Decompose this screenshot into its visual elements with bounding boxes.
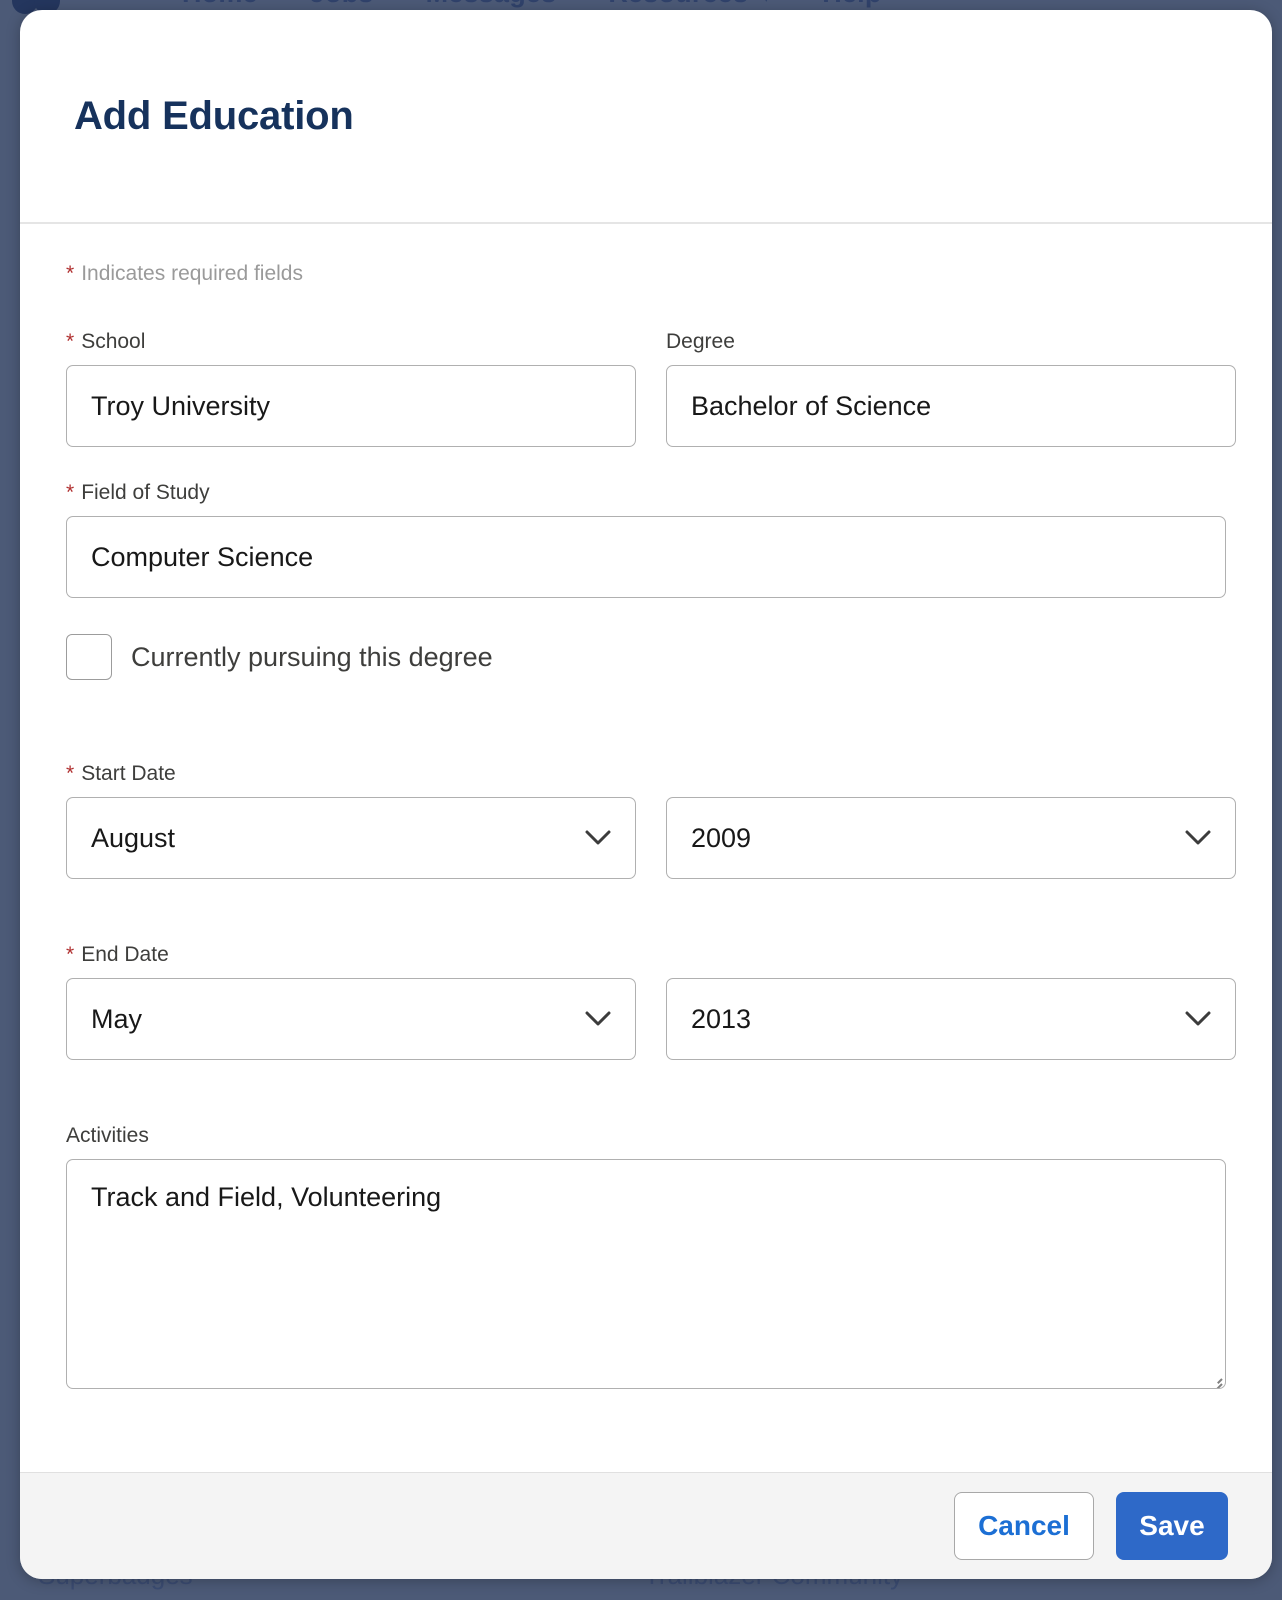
end-date-year-value: 2013 bbox=[691, 1003, 752, 1034]
chevron-down-icon bbox=[1185, 830, 1211, 846]
degree-label-text: Degree bbox=[666, 330, 735, 353]
required-asterisk: * bbox=[66, 330, 75, 353]
end-date-month-select[interactable]: May bbox=[66, 978, 636, 1060]
required-asterisk: * bbox=[66, 762, 75, 785]
activities-label: Activities bbox=[66, 1124, 1226, 1148]
nav-item-jobs[interactable]: Jobs bbox=[310, 0, 374, 9]
degree-input[interactable]: Bachelor of Science bbox=[666, 365, 1236, 447]
cancel-button[interactable]: Cancel bbox=[954, 1492, 1094, 1560]
row-start-date: * Start Date August 2009 bbox=[66, 762, 1236, 879]
school-input[interactable]: Troy University bbox=[66, 365, 636, 447]
end-date-month-value: May bbox=[91, 1003, 143, 1034]
field-field-of-study: * Field of Study Computer Science bbox=[66, 481, 1226, 598]
degree-label: Degree bbox=[666, 330, 1236, 354]
end-date-year-label bbox=[666, 943, 1236, 967]
start-date-year-label bbox=[666, 762, 1236, 786]
field-start-date-month: * Start Date August bbox=[66, 762, 636, 879]
row-end-date: * End Date May 2013 bbox=[66, 943, 1236, 1060]
modal-header: Add Education bbox=[20, 10, 1272, 224]
start-date-year-value: 2009 bbox=[691, 822, 752, 853]
field-degree: Degree Bachelor of Science bbox=[666, 330, 1236, 447]
field-end-date-year: 2013 bbox=[666, 943, 1236, 1060]
end-date-year-select[interactable]: 2013 bbox=[666, 978, 1236, 1060]
required-fields-text: Indicates required fields bbox=[81, 262, 303, 285]
field-of-study-label-text: Field of Study bbox=[81, 481, 210, 504]
nav-item-home[interactable]: Home bbox=[182, 0, 258, 9]
activities-value: Track and Field, Volunteering bbox=[91, 1182, 442, 1212]
activities-textarea[interactable]: Track and Field, Volunteering bbox=[66, 1159, 1226, 1389]
required-asterisk: * bbox=[66, 262, 75, 285]
chevron-down-icon[interactable]: ▾ bbox=[762, 0, 770, 7]
required-asterisk: * bbox=[66, 481, 75, 504]
start-date-month-value: August bbox=[91, 822, 176, 853]
currently-pursuing-checkbox[interactable] bbox=[66, 634, 112, 680]
field-start-date-year: 2009 bbox=[666, 762, 1236, 879]
start-date-label-text: Start Date bbox=[81, 762, 176, 785]
field-of-study-input[interactable]: Computer Science bbox=[66, 516, 1226, 598]
row-field-of-study: * Field of Study Computer Science bbox=[66, 481, 1226, 598]
school-label: * School bbox=[66, 330, 636, 354]
chevron-down-icon bbox=[585, 1011, 611, 1027]
start-date-month-select[interactable]: August bbox=[66, 797, 636, 879]
save-button[interactable]: Save bbox=[1116, 1492, 1228, 1560]
nav-item-resources[interactable]: Resources bbox=[608, 0, 748, 9]
currently-pursuing-row[interactable]: Currently pursuing this degree bbox=[66, 634, 1248, 680]
required-asterisk: * bbox=[66, 943, 75, 966]
page-title: Add Education bbox=[74, 93, 354, 138]
activities-label-text: Activities bbox=[66, 1124, 149, 1147]
chevron-down-icon bbox=[585, 830, 611, 846]
chevron-down-icon bbox=[1185, 1011, 1211, 1027]
school-label-text: School bbox=[81, 330, 146, 353]
required-fields-note: * Indicates required fields bbox=[66, 262, 1248, 286]
field-end-date-month: * End Date May bbox=[66, 943, 636, 1060]
start-date-year-select[interactable]: 2009 bbox=[666, 797, 1236, 879]
nav-items: Home Jobs Messages Resources ▾ Help bbox=[182, 0, 882, 9]
row-activities: Activities Track and Field, Volunteering bbox=[66, 1124, 1226, 1389]
modal-footer: Cancel Save bbox=[20, 1472, 1272, 1579]
start-date-label: * Start Date bbox=[66, 762, 636, 786]
field-activities: Activities Track and Field, Volunteering bbox=[66, 1124, 1226, 1389]
row-school-degree: * School Troy University Degree Bachelor… bbox=[66, 330, 1236, 447]
field-of-study-label: * Field of Study bbox=[66, 481, 1226, 505]
modal-body: * Indicates required fields * School Tro… bbox=[20, 224, 1272, 1472]
end-date-label-text: End Date bbox=[81, 943, 169, 966]
end-date-label: * End Date bbox=[66, 943, 636, 967]
nav-item-help[interactable]: Help bbox=[822, 0, 881, 9]
add-education-modal: Add Education * Indicates required field… bbox=[20, 10, 1272, 1579]
resize-handle-icon[interactable] bbox=[1208, 1372, 1222, 1386]
nav-item-messages[interactable]: Messages bbox=[426, 0, 557, 9]
field-school: * School Troy University bbox=[66, 330, 636, 447]
currently-pursuing-label: Currently pursuing this degree bbox=[131, 641, 493, 672]
